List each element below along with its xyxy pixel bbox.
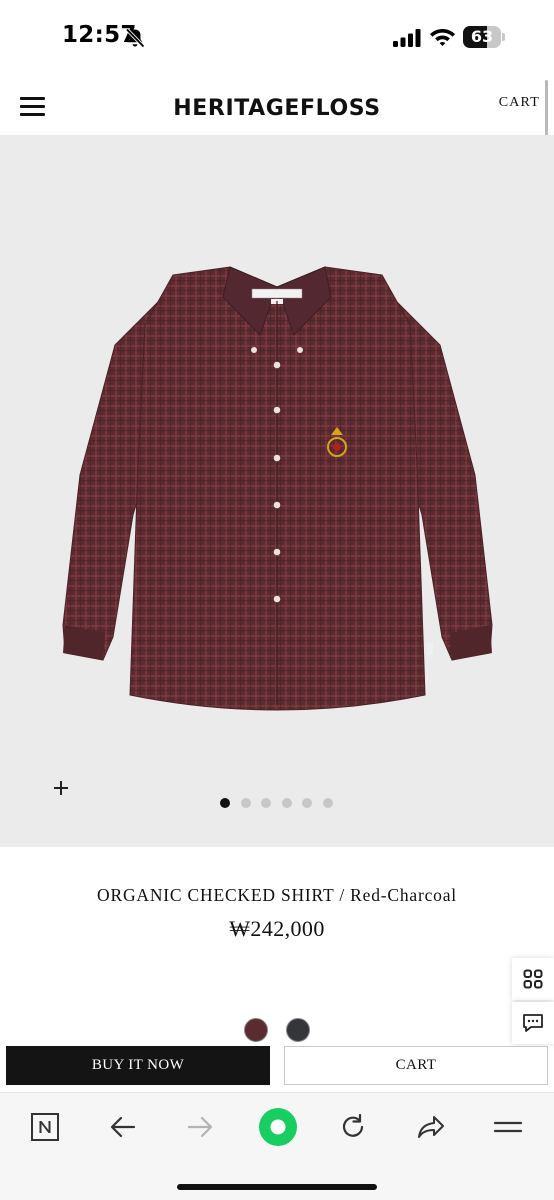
naver-home-button[interactable] (27, 1109, 63, 1145)
carousel-dots (220, 798, 333, 808)
grid-icon (523, 969, 543, 989)
battery-body: 63 (463, 26, 501, 48)
buy-it-now-button[interactable]: BUY IT NOW (6, 1046, 270, 1085)
color-swatch-charcoal[interactable] (286, 1018, 310, 1042)
header-cart-link[interactable]: CART (499, 95, 540, 111)
wifi-icon (430, 29, 455, 46)
brand-logo[interactable]: HERITAGEFLOSS (0, 96, 554, 121)
home-indicator (177, 1184, 377, 1190)
green-circle-icon (259, 1108, 297, 1146)
status-bar: 12:57 63 (0, 0, 554, 72)
menu-lines-icon (493, 1121, 523, 1133)
chat-button[interactable] (512, 1002, 554, 1044)
product-title: ORGANIC CHECKED SHIRT / Red-Charcoal (97, 885, 457, 905)
share-icon (418, 1116, 444, 1138)
green-dot-button[interactable] (258, 1107, 298, 1147)
carousel-dot[interactable] (261, 798, 271, 808)
browser-toolbar (0, 1092, 554, 1200)
naver-n-icon (31, 1113, 59, 1141)
battery-tip (502, 33, 505, 41)
carousel-dot[interactable] (240, 798, 251, 808)
reload-button[interactable] (335, 1109, 371, 1145)
carousel-dot[interactable] (281, 798, 292, 808)
reload-icon (342, 1113, 364, 1137)
product-image (62, 266, 493, 711)
grid-view-button[interactable] (512, 958, 554, 1000)
battery-icon: 63 (463, 26, 505, 48)
signal-bars-icon (393, 29, 421, 47)
back-arrow-icon (110, 1116, 136, 1138)
chat-icon (523, 1014, 543, 1032)
add-to-cart-button[interactable]: CART (284, 1046, 548, 1085)
carousel-dot[interactable] (302, 798, 312, 808)
product-image-gallery[interactable] (0, 135, 554, 847)
bell-slash-icon (125, 28, 145, 48)
browser-menu-button[interactable] (490, 1109, 526, 1145)
back-button[interactable] (105, 1109, 141, 1145)
forward-button[interactable] (182, 1109, 218, 1145)
battery-percent: 63 (470, 27, 494, 46)
carousel-dot[interactable] (322, 798, 333, 808)
product-price: ₩242,000 (229, 916, 325, 941)
color-swatch-red-charcoal[interactable] (244, 1018, 268, 1042)
carousel-dot[interactable] (220, 798, 230, 808)
zoom-plus-icon[interactable] (50, 777, 72, 799)
forward-arrow-icon (187, 1116, 213, 1138)
share-button[interactable] (413, 1109, 449, 1145)
